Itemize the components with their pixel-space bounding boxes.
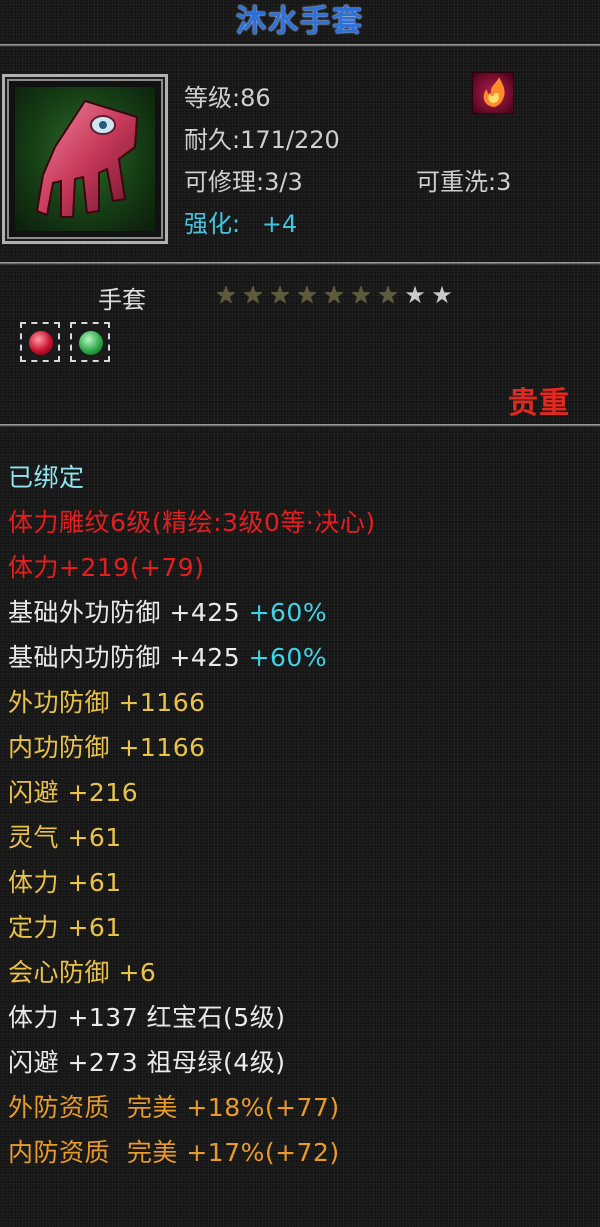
star-icon: ★: [404, 281, 426, 309]
base-ext-def-percent: +60%: [248, 598, 328, 627]
quality-int-line: 内防资质 完美 +17%(+72): [8, 1138, 340, 1167]
base-int-def-value: 基础内功防御 +425: [8, 643, 241, 672]
gem-emerald-line: 闪避 +273 祖母绿(4级): [8, 1048, 286, 1077]
int-def-line: 内功防御 +1166: [8, 733, 206, 762]
spirit-line: 灵气 +61: [8, 823, 122, 852]
star-icon: ★: [269, 281, 291, 309]
item-slot-type: 手套: [98, 286, 146, 314]
base-ext-def-line: 基础外功防御 +425 +60%: [8, 593, 327, 629]
star-icon: ★: [431, 281, 453, 309]
engrave-bonus-line: 体力+219(+79): [8, 553, 205, 582]
item-icon-frame[interactable]: [2, 74, 168, 244]
quality-ext-line: 外防资质 完美 +18%(+77): [8, 1093, 340, 1122]
focus-line: 定力 +61: [8, 913, 122, 942]
star-rating: ★ ★ ★ ★ ★ ★ ★ ★ ★: [214, 283, 454, 307]
star-icon: ★: [296, 281, 318, 309]
base-int-def-percent: +60%: [248, 643, 328, 672]
item-level: 等级:86: [184, 84, 271, 112]
gem-ruby-line: 体力 +137 红宝石(5级): [8, 1003, 286, 1032]
star-icon: ★: [242, 281, 264, 309]
ext-def-line: 外功防御 +1166: [8, 688, 206, 717]
star-icon: ★: [350, 281, 372, 309]
gem-slot-emerald[interactable]: [70, 322, 110, 362]
star-icon: ★: [215, 281, 237, 309]
item-enhance: 强化: +4: [184, 204, 297, 239]
base-int-def-line: 基础内功防御 +425 +60%: [8, 638, 327, 674]
bound-status: 已绑定: [8, 463, 85, 492]
item-repairable: 可修理:3/3: [184, 168, 303, 196]
enhance-label: 强化:: [184, 210, 241, 238]
stamina-line: 体力 +61: [8, 868, 122, 897]
engrave-line: 体力雕纹6级(精绘:3级0等·决心): [8, 508, 376, 537]
divider: [0, 424, 600, 427]
divider: [0, 262, 600, 265]
ruby-gem-icon: [29, 331, 53, 355]
item-durability: 耐久:171/220: [184, 126, 340, 154]
item-rewash: 可重洗:3: [416, 168, 512, 196]
item-name-title: 沐水手套: [236, 4, 364, 39]
emerald-gem-icon: [79, 331, 103, 355]
base-ext-def-value: 基础外功防御 +425: [8, 598, 241, 627]
gem-slot-ruby[interactable]: [20, 322, 60, 362]
enhance-value: +4: [261, 210, 298, 238]
rarity-label: 贵重: [508, 386, 570, 421]
star-icon: ★: [377, 281, 399, 309]
star-icon: ★: [323, 281, 345, 309]
crit-def-line: 会心防御 +6: [8, 958, 157, 987]
divider: [0, 44, 600, 47]
flame-icon[interactable]: [472, 72, 514, 114]
dodge-line: 闪避 +216: [8, 778, 139, 807]
glove-icon: [35, 99, 139, 218]
